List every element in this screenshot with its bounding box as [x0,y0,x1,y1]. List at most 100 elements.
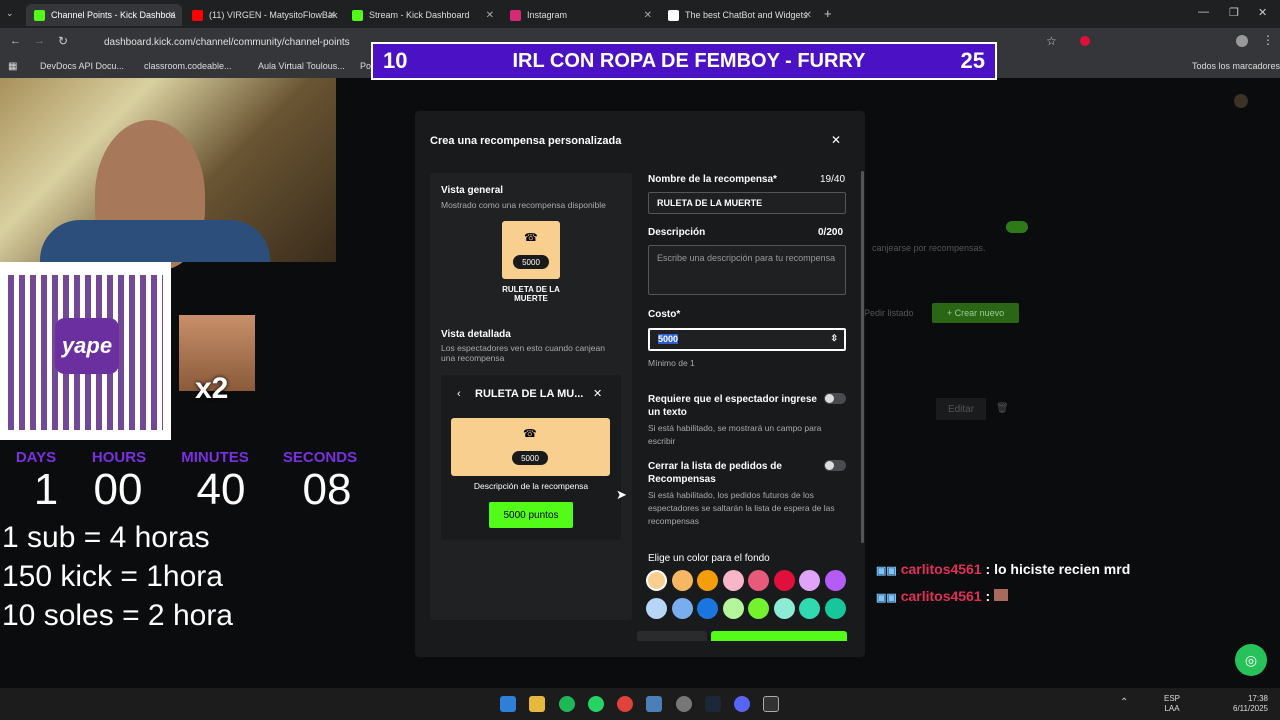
reload-icon[interactable]: ↻ [58,34,68,48]
avatar[interactable] [1236,35,1248,47]
discord-icon[interactable] [734,696,750,712]
tab-stream[interactable]: Stream - Kick Dashboard ✕ [344,4,500,26]
language-indicator[interactable]: ESP LAA [1164,694,1180,714]
phone-icon: ☎ [523,428,537,440]
detail-desc: Los espectadores ven esto cuando canjean… [441,343,605,363]
cancel-button[interactable] [637,631,707,641]
steam-icon[interactable] [705,696,721,712]
bookmark-aula[interactable]: Aula Virtual Toulous... [258,61,345,71]
close-modal-icon[interactable]: ✕ [831,133,841,147]
close-tab-icon[interactable]: ✕ [644,10,652,21]
detail-close-icon: ✕ [593,388,603,400]
chat-username[interactable]: carlitos4561 [901,588,982,604]
badge-icon: ▣▣ [876,592,897,604]
color-swatch[interactable] [799,598,820,619]
trash-icon[interactable]: 🗑 [996,403,1009,414]
epic-games-icon[interactable] [763,696,779,712]
chrome-icon[interactable] [617,696,633,712]
apps-icon[interactable]: ▦ [8,61,17,72]
spotify-icon[interactable] [559,696,575,712]
edit-button[interactable]: Editar [936,398,986,420]
tab-youtube[interactable]: (11) VIRGEN - MatysitoFlowBak ✕ [184,4,342,26]
tab-instagram[interactable]: Instagram ✕ [502,4,658,26]
timer-label-minutes: MINUTES [181,449,249,466]
bookmark-po[interactable]: Po [360,61,371,71]
close-list-toggle[interactable] [824,460,846,471]
close-tab-icon[interactable]: ✕ [804,10,812,21]
tab-bar: ⌄ Channel Points - Kick Dashboa ✕ (11) VI… [0,0,1280,28]
clock[interactable]: 17:38 6/11/2025 [1228,694,1268,714]
close-window-icon[interactable]: ✕ [1258,6,1267,19]
color-swatch[interactable] [671,570,693,591]
create-new-button[interactable]: + Crear nuevo [932,303,1019,323]
description-count: 0/200 [818,227,844,238]
user-avatar[interactable] [1234,94,1248,108]
badge-icon: ▣▣ [876,565,897,577]
kick-icon [34,9,45,21]
color-swatch[interactable] [748,570,769,591]
extension-icon[interactable] [1080,36,1090,46]
plus-icon: + [946,308,955,318]
menu-icon[interactable]: ⋮ [1262,33,1274,47]
tray-chevron-icon[interactable]: ⌃ [1120,697,1128,708]
photos-icon[interactable] [646,696,662,712]
modal-scrollbar[interactable] [861,171,864,543]
chat-message: ▣▣ carlitos4561 : lo hiciste recien mrd [876,561,1130,577]
timer-label-hours: HOURS [91,449,147,466]
restore-icon[interactable]: ❐ [1229,6,1239,19]
new-tab-button[interactable]: + [824,6,832,21]
support-chat-icon[interactable]: ◎ [1235,644,1267,676]
close-tab-icon[interactable]: ✕ [168,10,176,21]
color-swatch[interactable] [697,598,718,619]
minimize-icon[interactable]: — [1198,6,1209,18]
url-field[interactable]: dashboard.kick.com/channel/community/cha… [84,33,374,51]
color-swatch[interactable] [748,598,769,619]
close-tab-icon[interactable]: ✕ [486,10,494,21]
tab-chatbot[interactable]: The best ChatBot and Widgets ✕ [660,4,818,26]
color-swatch[interactable] [671,598,693,619]
file-explorer-icon[interactable] [529,696,545,712]
color-swatch[interactable] [646,598,667,619]
color-swatch[interactable] [773,570,795,591]
color-swatch[interactable] [722,570,744,591]
all-bookmarks[interactable]: Todos los marcadores [1192,61,1280,71]
whatsapp-icon[interactable] [588,696,604,712]
rule-soles: 10 soles = 2 hora [2,599,233,632]
enable-toggle[interactable] [1006,221,1028,233]
stepper-icon[interactable]: ⇳ [830,333,838,344]
close-tab-icon[interactable]: ✕ [328,10,336,21]
preview-panel: Vista general Mostrado como una recompen… [430,173,632,620]
tab-channel-points[interactable]: Channel Points - Kick Dashboa ✕ [26,4,182,26]
modal-title: Crea una recompensa personalizada [430,135,622,147]
color-swatch[interactable] [697,570,718,591]
chat-message: ▣▣ carlitos4561 : [876,588,1009,604]
color-swatch[interactable] [799,570,820,591]
overview-card: ☎ 5000 [502,221,560,279]
color-swatch[interactable] [824,598,846,619]
kick-icon [352,9,363,21]
bookmark-devdocs[interactable]: DevDocs API Docu... [40,61,124,71]
overview-desc: Mostrado como una recompensa disponible [441,200,606,210]
close-list-label: Cerrar la lista de pedidos de Recompensa… [648,461,782,485]
name-label: Nombre de la recompensa* [648,174,777,185]
overview-cost: 5000 [513,255,549,269]
back-icon[interactable]: ← [10,35,21,47]
windows-start-icon[interactable] [500,696,516,712]
cost-input[interactable]: 5000 ⇳ [648,328,846,351]
order-list-button[interactable]: Pedir listado [864,308,914,318]
description-input[interactable]: Escribe una descripción para tu recompen… [648,245,846,295]
require-text-toggle[interactable] [824,393,846,404]
reward-name-input[interactable]: RULETA DE LA MUERTE [648,192,846,214]
color-swatch[interactable] [824,570,846,591]
color-swatch[interactable] [773,598,795,619]
phone-icon: ☎ [524,232,538,244]
bookmark-star-icon[interactable]: ☆ [1046,34,1057,48]
color-swatch[interactable] [646,570,667,591]
tab-search-icon[interactable]: ⌄ [6,8,14,19]
bookmark-codeable[interactable]: classroom.codeable... [144,61,232,71]
obs-icon[interactable] [676,696,692,712]
create-button[interactable] [711,631,847,641]
chat-username[interactable]: carlitos4561 [901,561,982,577]
color-swatch[interactable] [722,598,744,619]
forward-icon[interactable]: → [34,35,45,47]
